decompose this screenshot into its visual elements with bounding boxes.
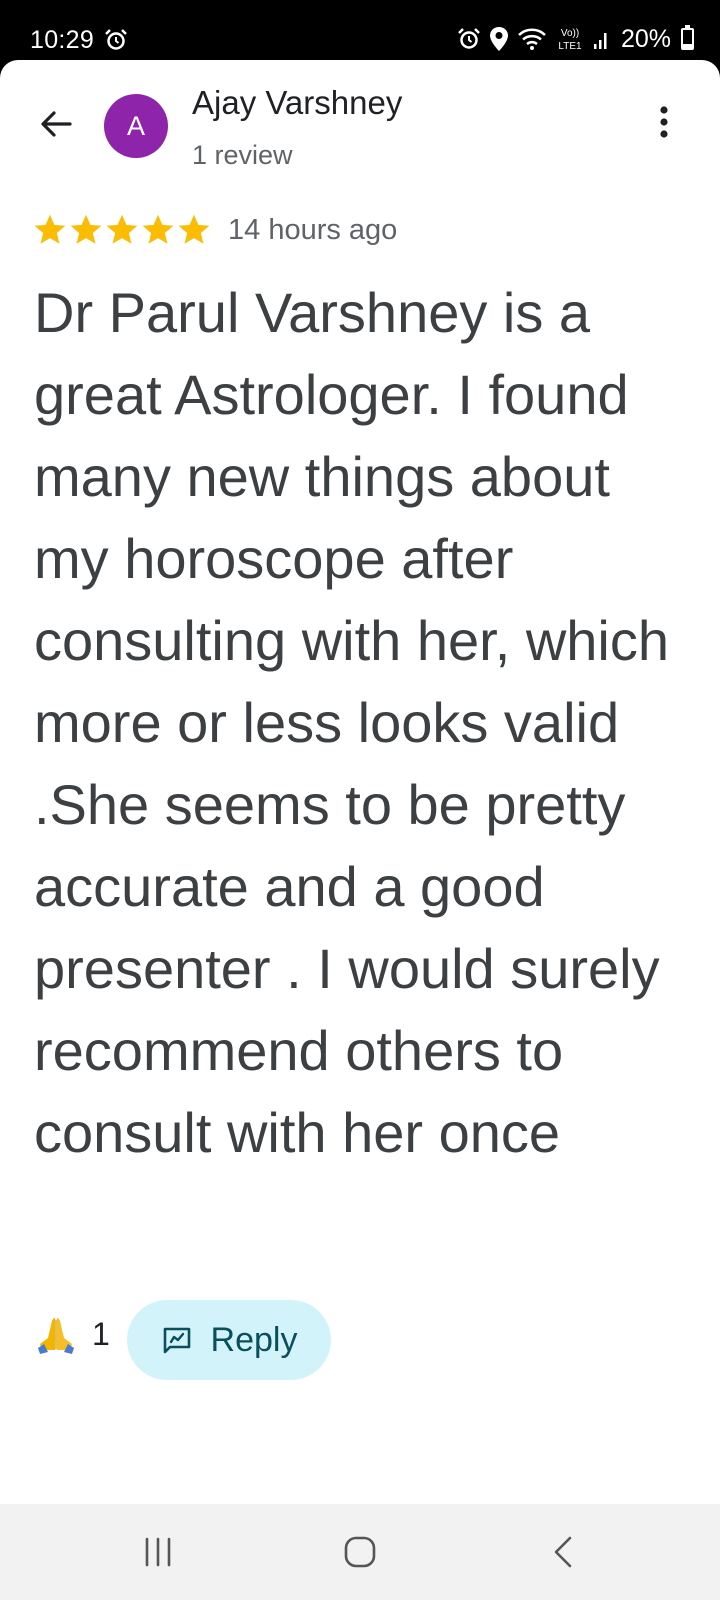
reply-button[interactable]: Reply — [127, 1300, 331, 1380]
star-icon — [142, 214, 174, 244]
reaction-count: 1 — [92, 1315, 110, 1352]
star-rating — [32, 212, 212, 248]
status-time: 10:29 — [30, 26, 95, 54]
star-icon — [106, 214, 138, 244]
avatar[interactable]: A — [104, 94, 168, 158]
svg-text:LTE1: LTE1 — [558, 41, 582, 52]
reply-label: Reply — [210, 1320, 298, 1359]
folded-hands-icon — [38, 1318, 74, 1354]
battery-level — [683, 44, 692, 48]
rating-row: 14 hours ago — [32, 208, 397, 252]
signal-icon — [593, 33, 607, 49]
alarm-icon — [105, 29, 127, 50]
star-icon — [34, 214, 66, 244]
network-label: Vo)) — [561, 28, 579, 39]
star-icon — [70, 214, 102, 244]
lte-icon: Vo)) LTE1 — [558, 28, 582, 52]
reviewer-review-count: 1 review — [192, 140, 293, 170]
location-icon — [489, 27, 508, 51]
reaction[interactable]: 1 — [34, 1312, 110, 1356]
back-icon[interactable] — [544, 1532, 584, 1572]
status-bar: 10:29 Vo)) LTE1 20% — [0, 0, 720, 60]
review-time: 14 hours ago — [228, 213, 398, 246]
status-icons: Vo)) LTE1 20% — [457, 24, 694, 54]
review-text: Dr Parul Varshney is a great Astrologer.… — [34, 281, 670, 1164]
battery-icon — [681, 25, 694, 50]
arrow-back-icon[interactable] — [36, 104, 76, 144]
avatar-letter: A — [126, 110, 145, 141]
alarm-icon — [458, 28, 480, 49]
wifi-icon — [518, 28, 546, 50]
reply-icon — [163, 1327, 190, 1354]
home-icon[interactable] — [340, 1532, 380, 1572]
system-nav-bar — [0, 1504, 720, 1600]
more-vert-icon[interactable] — [648, 100, 680, 144]
battery-percent: 20% — [620, 24, 671, 53]
reviewer-name[interactable]: Ajay Varshney — [192, 84, 402, 122]
star-icon — [178, 214, 210, 244]
recents-icon[interactable] — [138, 1532, 178, 1572]
